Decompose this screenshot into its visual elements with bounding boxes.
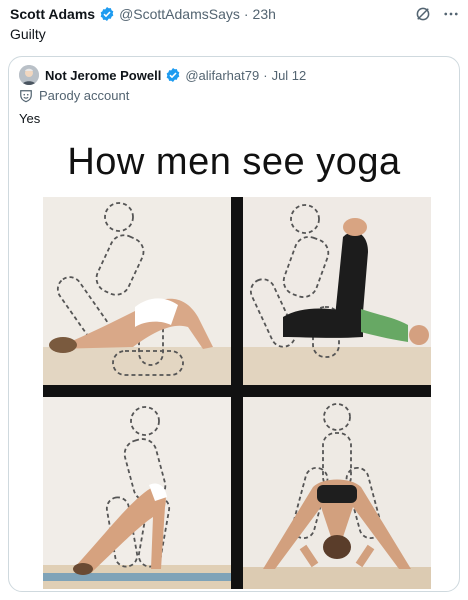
tweet-time[interactable]: 23h — [253, 6, 276, 22]
quoted-tweet-date[interactable]: Jul 12 — [272, 68, 307, 83]
parody-icon — [19, 89, 33, 103]
parody-label: Parody account — [19, 88, 129, 103]
quoted-tweet-header: Not Jerome Powell @alifarhat79 · Jul 12 — [19, 65, 306, 85]
tweet-text: Guilty — [10, 26, 46, 42]
tweet-header: Scott Adams @ScottAdamsSays · 23h — [10, 4, 460, 24]
separator-dot: · — [243, 6, 249, 22]
meme-panel-4 — [243, 397, 431, 589]
verified-badge-icon — [165, 67, 181, 83]
verified-badge-icon — [99, 6, 115, 22]
quoted-tweet-text: Yes — [19, 111, 41, 126]
meme-panel-3 — [43, 397, 231, 589]
meme-image[interactable] — [43, 197, 431, 589]
meme-panel-2 — [243, 197, 431, 385]
author-handle[interactable]: @ScottAdamsSays — [119, 6, 240, 22]
quoted-tweet[interactable]: Not Jerome Powell @alifarhat79 · Jul 12 … — [8, 56, 460, 592]
grok-icon[interactable] — [414, 5, 432, 23]
more-icon[interactable] — [442, 5, 460, 23]
quoted-author-handle[interactable]: @alifarhat79 — [185, 68, 259, 83]
quoted-author-name[interactable]: Not Jerome Powell — [45, 68, 161, 83]
avatar[interactable] — [19, 65, 39, 85]
author-name[interactable]: Scott Adams — [10, 6, 95, 22]
meme-panel-1 — [43, 197, 231, 385]
meme-title: How men see yoga — [67, 141, 401, 183]
parody-label-text: Parody account — [39, 88, 130, 103]
separator-dot: · — [263, 67, 268, 83]
